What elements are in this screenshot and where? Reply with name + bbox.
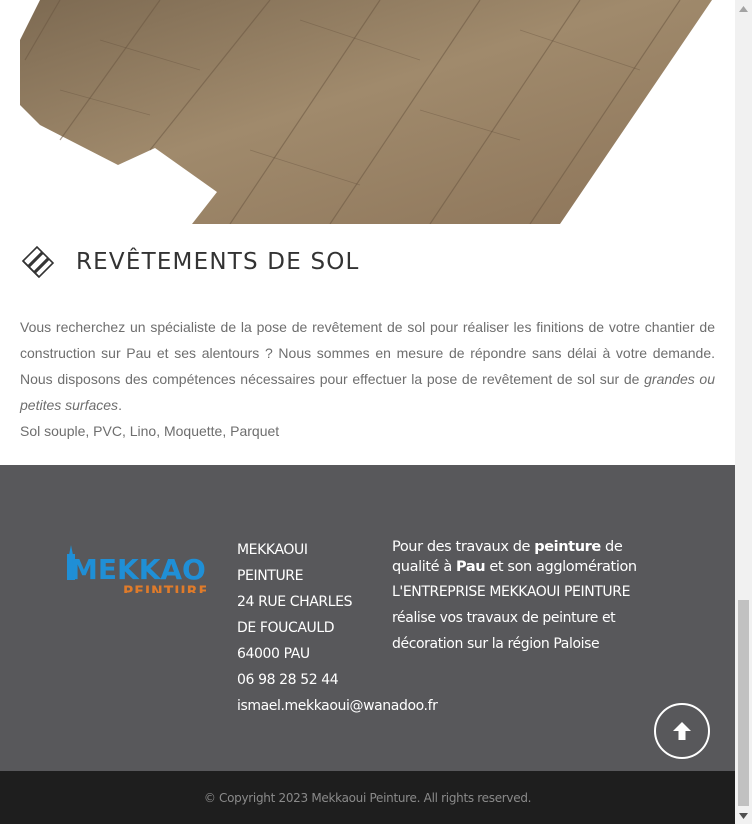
arrow-up-icon (673, 722, 691, 740)
parquet-icon (20, 244, 56, 280)
company-logo[interactable]: MEKKAOUI PEINTURE (66, 545, 239, 600)
about-lead-bold-2: Pau (456, 559, 486, 575)
floor-image (0, 0, 735, 224)
about-lead-bold-1: peinture (534, 539, 601, 555)
about-lead-3: et son agglomération (485, 559, 637, 575)
phone-link[interactable]: 06 98 28 52 44 (237, 667, 387, 693)
page: REVÊTEMENTS DE SOL Vous recherchez un sp… (0, 0, 735, 824)
company-name-line1: MEKKAOUI (237, 542, 308, 558)
contact-info: MEKKAOUI PEINTURE 24 RUE CHARLES DE FOUC… (237, 537, 438, 719)
address-line2: DE FOUCAULD (237, 620, 335, 636)
about-line-3: décoration sur la région Paloise (392, 636, 600, 652)
logo-word-2: PEINTURE (123, 584, 206, 593)
description-end: . (118, 397, 122, 413)
scroll-to-top-button[interactable] (654, 703, 710, 759)
about-lead: Pour des travaux de peinture de qualité … (392, 537, 652, 577)
address-line1: 24 RUE CHARLES (237, 594, 353, 610)
about-line-2: réalise vos travaux de peinture et (392, 610, 616, 626)
copyright-text: © Copyright 2023 Mekkaoui Peinture. All … (203, 790, 532, 805)
copyright-bar: © Copyright 2023 Mekkaoui Peinture. All … (0, 771, 735, 824)
description-text: Vous recherchez un spécialiste de la pos… (20, 319, 715, 387)
about-lead-1: Pour des travaux de (392, 539, 535, 555)
logo-word-1: MEKKAOUI (70, 553, 206, 586)
scroll-down-arrow-icon[interactable] (735, 807, 752, 824)
scroll-up-arrow-icon[interactable] (735, 0, 752, 17)
section-heading: REVÊTEMENTS DE SOL (20, 242, 360, 282)
city: 64000 PAU (237, 646, 310, 662)
email-link[interactable]: ismael.mekkaoui@wanadoo.fr (237, 693, 438, 719)
footer: MEKKAOUI PEINTURE MEKKAOUI PEINTURE 24 R… (0, 465, 735, 771)
description-paragraph: Vous recherchez un spécialiste de la pos… (20, 314, 715, 418)
section-title: REVÊTEMENTS DE SOL (76, 249, 360, 275)
section-description: Vous recherchez un spécialiste de la pos… (20, 314, 715, 444)
company-name-line2: PEINTURE (237, 568, 304, 584)
about-body: L'ENTREPRISE MEKKAOUI PEINTURE réalise v… (392, 579, 652, 657)
about-line-1: L'ENTREPRISE MEKKAOUI PEINTURE (392, 584, 631, 600)
about-text: Pour des travaux de peinture de qualité … (392, 537, 652, 657)
scrollbar-thumb[interactable] (738, 600, 749, 806)
materials-list: Sol souple, PVC, Lino, Moquette, Parquet (20, 423, 280, 439)
vertical-scrollbar[interactable] (735, 0, 752, 824)
